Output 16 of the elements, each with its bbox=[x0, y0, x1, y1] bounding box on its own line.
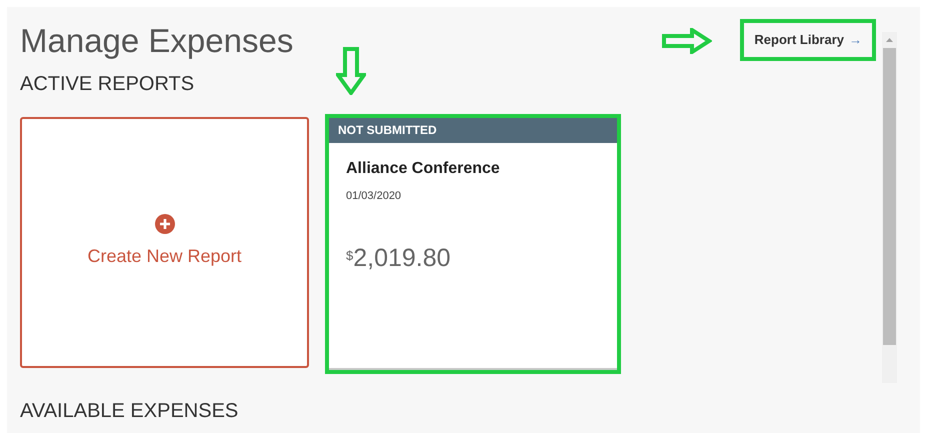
scrollbar[interactable] bbox=[882, 32, 897, 383]
scroll-thumb[interactable] bbox=[883, 48, 896, 345]
report-card[interactable]: NOT SUBMITTED Alliance Conference 01/03/2020 $^{$}$2,019.80 bbox=[329, 118, 617, 370]
down-arrow-icon bbox=[336, 47, 366, 95]
right-arrow-icon bbox=[662, 28, 712, 54]
scroll-up-icon[interactable] bbox=[886, 38, 893, 42]
report-name: Alliance Conference bbox=[346, 158, 501, 178]
plus-icon bbox=[154, 214, 174, 234]
report-library-link[interactable]: Report Library → bbox=[754, 30, 862, 50]
report-date: 01/03/2020 bbox=[346, 188, 402, 204]
create-report-card[interactable]: Create New Report bbox=[20, 116, 309, 368]
page-title: Manage Expenses bbox=[20, 22, 294, 60]
section-heading: ACTIVE REPORTS bbox=[20, 72, 194, 96]
report-amount: $^{$}$2,019.80 bbox=[346, 243, 452, 274]
status-banner: NOT SUBMITTED bbox=[329, 118, 617, 142]
section-heading: AVAILABLE EXPENSES bbox=[20, 398, 238, 424]
